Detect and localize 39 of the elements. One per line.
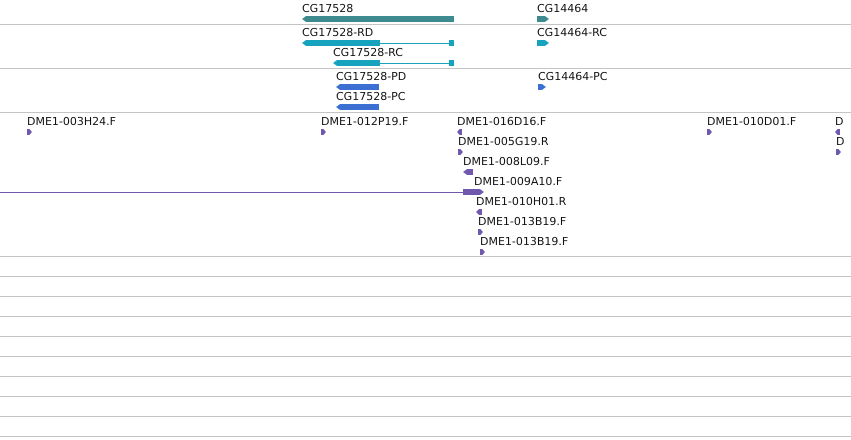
clone-glyph[interactable]: [27, 129, 32, 135]
clone-glyph[interactable]: [457, 129, 462, 135]
clone-glyph[interactable]: [458, 149, 463, 155]
feature-label: DME1-005G19.R: [458, 135, 549, 148]
protein-glyph[interactable]: [336, 104, 379, 110]
transcript-glyph[interactable]: [333, 60, 454, 66]
feature-label: DME1-010H01.R: [476, 195, 566, 208]
feature-label: CG17528-RC: [333, 46, 403, 59]
transcript-glyph[interactable]: [302, 40, 454, 46]
clone-glyph[interactable]: [835, 129, 840, 135]
gene-glyph[interactable]: [537, 16, 549, 22]
protein-glyph[interactable]: [336, 84, 379, 90]
feature-label: DME1-008L09.F: [463, 155, 550, 168]
feature-label: D: [836, 135, 844, 148]
feature-label: CG14464: [537, 2, 588, 15]
feature-label: DME1-013B19.F: [480, 235, 568, 248]
feature-label: CG14464-RC: [537, 26, 607, 39]
feature-label: CG17528-RD: [302, 26, 374, 39]
feature-label: DME1-003H24.F: [27, 115, 116, 128]
clone-glyph[interactable]: [321, 129, 326, 135]
transcript-glyph[interactable]: [537, 40, 549, 46]
clone-glyph[interactable]: [478, 229, 483, 235]
clone-glyph[interactable]: [836, 149, 841, 155]
feature-label: DME1-010D01.F: [707, 115, 796, 128]
protein-glyph[interactable]: [538, 84, 546, 90]
feature-label: DME1-009A10.F: [474, 175, 562, 188]
feature-label: DME1-016D16.F: [457, 115, 546, 128]
clone-glyph[interactable]: [463, 169, 473, 175]
feature-label: CG14464-PC: [538, 70, 608, 83]
feature-label: DME1-012P19.F: [321, 115, 408, 128]
feature-label: CG17528: [302, 2, 354, 15]
clone-glyph[interactable]: [480, 249, 485, 255]
clone-glyph[interactable]: [707, 129, 712, 135]
clone-glyph[interactable]: [476, 209, 482, 215]
feature-label: CG17528-PD: [336, 70, 406, 83]
clone-glyph[interactable]: [0, 189, 484, 195]
feature-label: DME1-013B19.F: [478, 215, 566, 228]
feature-label: D: [835, 115, 844, 128]
feature-label: CG17528-PC: [336, 90, 406, 103]
